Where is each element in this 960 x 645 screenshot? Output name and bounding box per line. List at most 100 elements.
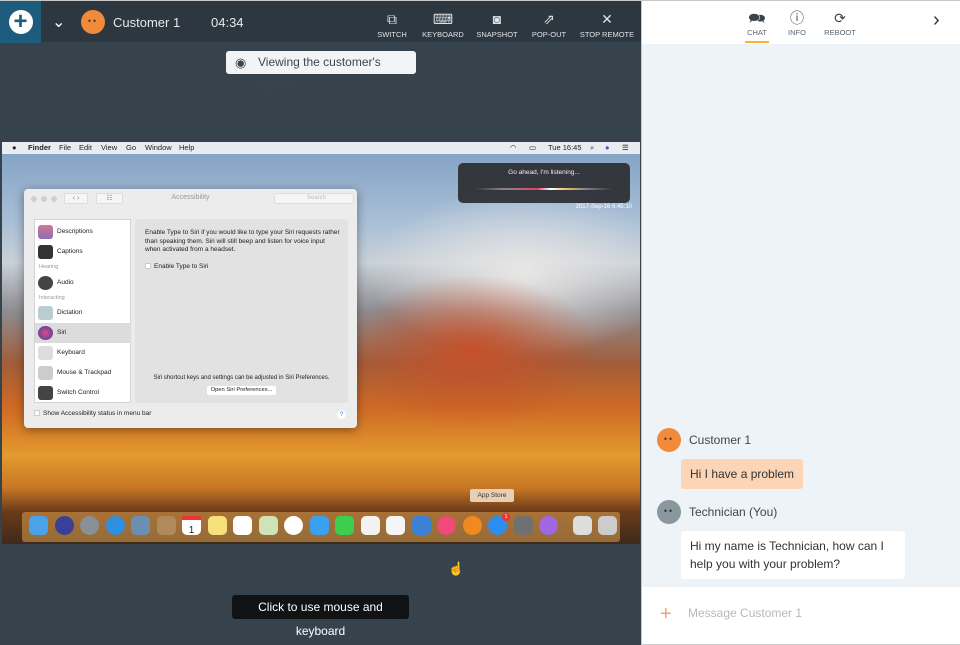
- menu-view[interactable]: View: [101, 142, 117, 154]
- chat-icon: 🗪: [748, 10, 766, 26]
- dock-badge: 1: [502, 513, 510, 521]
- dock-icon-messages[interactable]: [309, 516, 329, 535]
- plus-icon: +: [8, 10, 33, 34]
- viewing-banner: ◉ Viewing the customer's screen: [226, 51, 416, 92]
- pop-out-button[interactable]: ⇗ POP-OUT: [519, 11, 579, 39]
- enable-type-to-siri-checkbox[interactable]: Enable Type to Siri: [145, 263, 208, 270]
- microphone-icon: [38, 306, 53, 320]
- dock-icon-siri[interactable]: [54, 516, 74, 535]
- dock-icon-feedback-assistant[interactable]: [539, 516, 558, 535]
- mac-menubar: ● Finder File Edit View Go Window Help ◠…: [2, 142, 640, 154]
- dock-icon-finder[interactable]: [29, 516, 48, 535]
- section-hearing: Hearing: [39, 264, 59, 270]
- dock-icon-facetime[interactable]: [335, 516, 354, 535]
- prefs-search-input[interactable]: Search: [274, 193, 354, 204]
- sidebar-item-audio[interactable]: Audio: [35, 273, 131, 293]
- new-session-button[interactable]: +: [0, 1, 41, 43]
- snapshot-button[interactable]: ◙ SNAPSHOT: [467, 11, 527, 39]
- dock-icon-downloads[interactable]: [572, 516, 592, 535]
- collapse-panel-chevron-right-icon[interactable]: ›: [933, 9, 940, 32]
- descriptions-icon: [38, 225, 53, 239]
- siri-timestamp: 2017-Sep-16 6:45:10: [575, 204, 632, 210]
- dock-icon-keynote[interactable]: [411, 516, 431, 535]
- keyboard-button[interactable]: ⌨ KEYBOARD: [413, 11, 473, 39]
- open-siri-preferences-button[interactable]: Open Siri Preferences...: [207, 386, 276, 395]
- help-button[interactable]: ?: [337, 410, 346, 419]
- siri-description: Enable Type to Siri if you would like to…: [145, 229, 340, 253]
- chevron-down-icon[interactable]: ⌄: [52, 12, 65, 32]
- menubar-clock: Tue 16:45: [548, 143, 582, 152]
- siri-panel: Go ahead, I'm listening... 2017-Sep-16 6…: [458, 163, 632, 210]
- eye-icon: ◉: [235, 55, 247, 70]
- tab-reboot[interactable]: ⟳ REBOOT: [820, 10, 860, 37]
- menu-file[interactable]: File: [59, 142, 71, 154]
- dock-icon-trash[interactable]: [598, 516, 617, 535]
- tab-info[interactable]: ⓘ INFO: [777, 10, 817, 37]
- dock-icon-pages[interactable]: [360, 516, 380, 535]
- dock-icon-numbers[interactable]: [386, 516, 405, 535]
- pop-out-icon: ⇗: [543, 11, 555, 27]
- technician-avatar: ••: [657, 500, 681, 524]
- section-interacting: Interacting: [39, 295, 65, 301]
- reboot-icon: ⟳: [834, 10, 846, 26]
- sidebar-item-siri[interactable]: Siri: [35, 323, 131, 343]
- camera-icon: ◙: [492, 11, 502, 27]
- wifi-icon: ◠: [510, 143, 517, 152]
- close-icon: ✕: [601, 11, 613, 27]
- dock-icon-calendar[interactable]: 1: [182, 516, 201, 536]
- tab-chat[interactable]: 🗪 CHAT: [737, 10, 777, 43]
- side-panel: 🗪 CHAT ⓘ INFO ⟳ REBOOT › •• Customer 1 Hi I…: [641, 0, 960, 645]
- sidebar-item-descriptions[interactable]: Descriptions: [35, 222, 131, 242]
- siri-icon: ●: [605, 143, 610, 152]
- dock-tooltip: App Store: [470, 489, 514, 502]
- menu-edit[interactable]: Edit: [79, 142, 92, 154]
- dock-icon-reminders[interactable]: [233, 516, 252, 535]
- sidebar-item-dictation[interactable]: Dictation: [35, 303, 131, 323]
- sidebar-item-captions[interactable]: Captions: [35, 242, 131, 262]
- spotlight-icon: ⌕: [590, 143, 595, 152]
- dock-icon-ibooks[interactable]: [462, 516, 482, 535]
- siri-icon: [38, 326, 53, 340]
- stop-remote-button[interactable]: ✕ STOP REMOTE: [577, 11, 637, 39]
- menu-go[interactable]: Go: [126, 142, 136, 154]
- mouse-keyboard-hint[interactable]: Click to use mouse and keyboard: [232, 595, 409, 638]
- sidebar-item-mouse-trackpad[interactable]: Mouse & Trackpad: [35, 363, 131, 383]
- accessibility-window: ‹ › ☷ Accessibility Search Descriptions …: [24, 189, 357, 428]
- sidebar-item-switch-control[interactable]: Switch Control: [35, 383, 131, 403]
- dock-icon-notes[interactable]: [207, 516, 227, 535]
- keyboard-icon: ⌨: [432, 11, 454, 27]
- dock-icon-preview[interactable]: [131, 516, 150, 535]
- dock-icon-itunes[interactable]: [437, 516, 456, 535]
- menu-help[interactable]: Help: [179, 142, 194, 154]
- message-input[interactable]: [688, 606, 938, 620]
- message-sender: Customer 1: [689, 433, 752, 447]
- chat-message: Hi my name is Technician, how can I help…: [681, 531, 905, 579]
- message-sender: Technician (You): [689, 505, 778, 519]
- attach-plus-icon[interactable]: +: [660, 603, 672, 626]
- dock-icon-safari[interactable]: [105, 516, 125, 535]
- keyboard-icon: [38, 346, 53, 360]
- calendar-day: 1: [182, 516, 201, 541]
- dock-icon-maps[interactable]: [258, 516, 278, 535]
- siri-waveform: [476, 188, 612, 190]
- menu-finder[interactable]: Finder: [28, 142, 51, 154]
- info-icon: ⓘ: [790, 10, 804, 26]
- dock-icon-launchpad[interactable]: [80, 516, 99, 535]
- siri-settings-pane: Enable Type to Siri if you would like to…: [135, 219, 348, 403]
- dock: 11: [22, 512, 620, 542]
- remote-view-pane: + ⌄ •• Customer 1 04:34 ⧉ SWITCH ⌨ KEYBOAR…: [0, 0, 641, 645]
- dock-icon-system-preferences[interactable]: [513, 516, 533, 535]
- mouse-cursor-icon: ☝: [448, 561, 465, 576]
- remote-screen[interactable]: ● Finder File Edit View Go Window Help ◠…: [2, 142, 640, 544]
- customer-name: Customer 1: [113, 15, 181, 30]
- dock-icon-photos[interactable]: [284, 516, 303, 535]
- battery-icon: ▭: [529, 143, 537, 152]
- captions-icon: [38, 245, 53, 259]
- dock-icon-contacts[interactable]: [156, 516, 176, 535]
- speaker-icon: [38, 276, 53, 290]
- menu-window[interactable]: Window: [145, 142, 172, 154]
- dock-icon-app-store[interactable]: 1: [488, 513, 510, 535]
- sidebar-item-keyboard[interactable]: Keyboard: [35, 343, 131, 363]
- show-status-checkbox[interactable]: Show Accessibility status in menu bar: [34, 410, 151, 417]
- notification-center-icon: ☰: [622, 143, 629, 152]
